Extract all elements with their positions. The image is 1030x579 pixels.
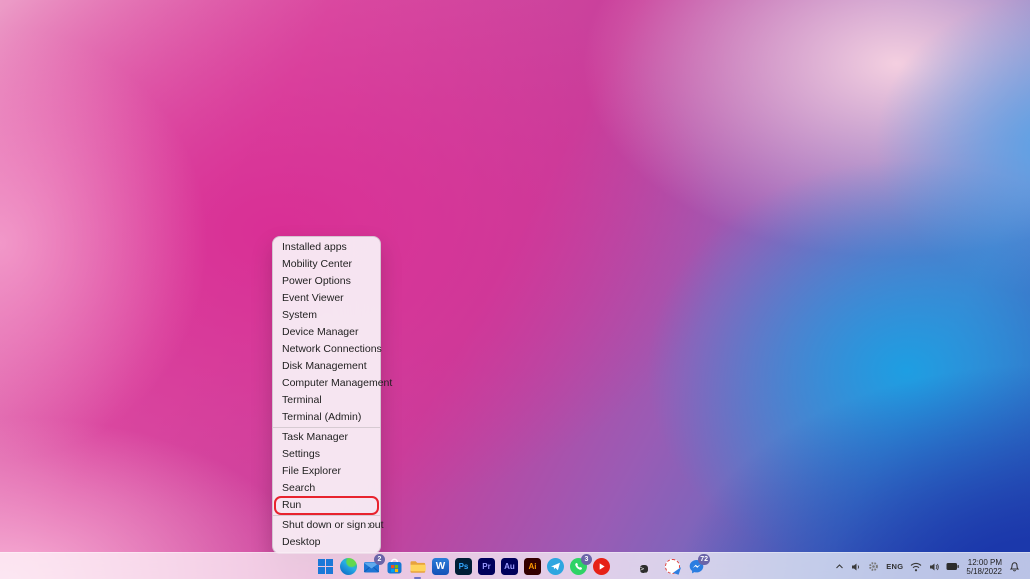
- menu-item-search[interactable]: Search: [273, 480, 380, 497]
- screenshot-tool-tray-button[interactable]: [664, 558, 681, 575]
- menu-item-run[interactable]: Run: [273, 497, 380, 514]
- clock-date: 5/18/2022: [966, 567, 1002, 576]
- menu-item-disk-management[interactable]: Disk Management: [273, 358, 380, 375]
- volume-tray-button[interactable]: [929, 562, 939, 572]
- taskbar: 2 W: [0, 552, 1030, 579]
- word-button[interactable]: W: [432, 558, 449, 575]
- file-explorer-icon: [409, 558, 426, 575]
- youtube-button[interactable]: [593, 558, 610, 575]
- edge-button[interactable]: [340, 558, 357, 575]
- menu-item-mobility-center[interactable]: Mobility Center: [273, 256, 380, 273]
- menu-item-file-explorer[interactable]: File Explorer: [273, 463, 380, 480]
- messenger-tray-button[interactable]: 72: [688, 558, 705, 575]
- word-icon: W: [432, 558, 449, 575]
- clock[interactable]: 12:00 PM 5/18/2022: [966, 558, 1002, 576]
- file-explorer-button[interactable]: [409, 558, 426, 575]
- mail-badge: 2: [374, 554, 385, 565]
- messenger-badge: 72: [698, 554, 710, 565]
- menu-item-device-manager[interactable]: Device Manager: [273, 324, 380, 341]
- windows-logo-icon: [318, 559, 333, 574]
- menu-item-terminal-admin[interactable]: Terminal (Admin): [273, 409, 380, 426]
- edge-icon: [340, 558, 357, 575]
- premiere-pro-button[interactable]: Pr: [478, 558, 495, 575]
- menu-item-network-connections[interactable]: Network Connections: [273, 341, 380, 358]
- menu-item-computer-management[interactable]: Computer Management: [273, 375, 380, 392]
- command-prompt-icon: >_: [640, 565, 648, 573]
- start-button[interactable]: [317, 558, 334, 575]
- notification-bell-icon: [1009, 561, 1020, 572]
- menu-item-installed-apps[interactable]: Installed apps: [273, 239, 380, 256]
- menu-item-run-label: Run: [282, 499, 301, 511]
- illustrator-button[interactable]: Ai: [524, 558, 541, 575]
- gear-icon: [868, 561, 879, 572]
- microsoft-store-icon: [386, 558, 403, 575]
- photoshop-icon: Ps: [455, 558, 472, 575]
- whatsapp-button[interactable]: 3: [570, 558, 587, 575]
- chevron-up-icon: [835, 562, 844, 571]
- menu-item-event-viewer[interactable]: Event Viewer: [273, 290, 380, 307]
- tray-overflow-icons: >_ 72: [640, 553, 705, 579]
- settings-gear-tray-button[interactable]: [868, 561, 879, 572]
- photoshop-button[interactable]: Ps: [455, 558, 472, 575]
- menu-item-task-manager[interactable]: Task Manager: [273, 429, 380, 446]
- clock-time: 12:00 PM: [966, 558, 1002, 567]
- mail-button[interactable]: 2: [363, 558, 380, 575]
- menu-item-power-options[interactable]: Power Options: [273, 273, 380, 290]
- premiere-pro-icon: Pr: [478, 558, 495, 575]
- menu-item-settings[interactable]: Settings: [273, 446, 380, 463]
- menu-item-shut-down-or-sign-out[interactable]: Shut down or sign out: [273, 517, 380, 534]
- language-indicator[interactable]: ENG: [886, 562, 903, 571]
- telegram-button[interactable]: [547, 558, 564, 575]
- notification-center-button[interactable]: [1009, 561, 1020, 572]
- desktop-wallpaper[interactable]: Installed apps Mobility Center Power Opt…: [0, 0, 1030, 579]
- wifi-icon: [910, 562, 922, 572]
- youtube-icon: [593, 558, 610, 575]
- illustrator-icon: Ai: [524, 558, 541, 575]
- battery-icon: [946, 562, 959, 571]
- speaker-small-icon: [851, 562, 861, 572]
- chevron-right-icon: [366, 522, 373, 529]
- menu-separator: [273, 515, 380, 516]
- winx-context-menu: Installed apps Mobility Center Power Opt…: [272, 236, 381, 554]
- volume-icon: [929, 562, 939, 572]
- audio-device-tray-button[interactable]: [851, 562, 861, 572]
- menu-item-system[interactable]: System: [273, 307, 380, 324]
- battery-tray-button[interactable]: [946, 562, 959, 571]
- menu-item-terminal[interactable]: Terminal: [273, 392, 380, 409]
- wifi-tray-button[interactable]: [910, 562, 922, 572]
- system-tray: ENG 12:00 PM 5/: [835, 553, 1020, 579]
- menu-item-desktop[interactable]: Desktop: [273, 534, 380, 551]
- whatsapp-badge: 3: [581, 554, 592, 565]
- microsoft-store-button[interactable]: [386, 558, 403, 575]
- telegram-icon: [547, 558, 564, 575]
- hidden-icons-chevron-button[interactable]: [835, 562, 844, 571]
- audition-button[interactable]: Au: [501, 558, 518, 575]
- audition-icon: Au: [501, 558, 518, 575]
- taskbar-app-icons: 2 W: [317, 553, 610, 579]
- command-prompt-tray-button[interactable]: >_: [640, 558, 657, 575]
- menu-separator: [273, 427, 380, 428]
- screenshot-tool-icon: [665, 559, 680, 574]
